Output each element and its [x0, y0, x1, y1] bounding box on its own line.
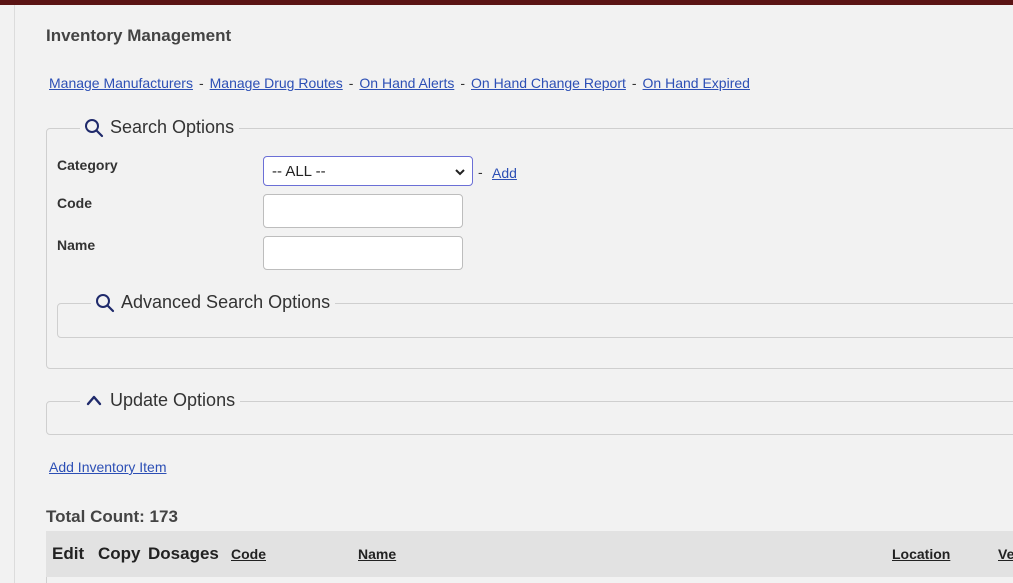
name-label: Name [57, 237, 96, 253]
search-options-toggle[interactable]: Search Options [80, 117, 240, 138]
category-select-value: -- ALL -- [272, 162, 326, 180]
advanced-search-toggle[interactable]: Advanced Search Options [91, 292, 336, 313]
header-dosages: Dosages [148, 544, 219, 563]
table-header: Edit Copy Dosages Code Name Location Ve [46, 531, 1013, 577]
manage-manufacturers-link[interactable]: Manage Manufacturers [49, 75, 193, 91]
nav-separator: - [348, 75, 354, 91]
name-input[interactable] [263, 236, 463, 270]
search-options-legend: Search Options [110, 117, 235, 137]
header-edit: Edit [52, 544, 85, 563]
advanced-search-legend: Advanced Search Options [121, 292, 331, 312]
add-category-link[interactable]: Add [492, 165, 517, 181]
header-copy: Copy [98, 544, 141, 563]
nav-separator: - [198, 75, 204, 91]
table-row [46, 577, 1013, 583]
total-count: Total Count: 173 [46, 507, 178, 526]
on-hand-alerts-link[interactable]: On Hand Alerts [359, 75, 454, 91]
add-inventory-item-link[interactable]: Add Inventory Item [49, 459, 167, 475]
on-hand-change-report-link[interactable]: On Hand Change Report [471, 75, 626, 91]
category-select[interactable]: -- ALL -- [263, 156, 473, 186]
page-title: Inventory Management [46, 26, 232, 45]
manage-drug-routes-link[interactable]: Manage Drug Routes [210, 75, 343, 91]
update-options-legend: Update Options [110, 390, 236, 410]
category-add-separator: - [478, 164, 483, 180]
header-name-sort[interactable]: Name [358, 546, 396, 562]
nav-separator: - [460, 75, 465, 91]
on-hand-expired-link[interactable]: On Hand Expired [643, 75, 750, 91]
nav-links: Manage Manufacturers - Manage Drug Routes -… [49, 75, 750, 91]
header-location-sort[interactable]: Location [892, 546, 950, 562]
code-label: Code [57, 195, 92, 211]
search-icon [96, 293, 115, 312]
nav-separator: - [631, 75, 637, 91]
chevron-up-icon [86, 395, 102, 405]
header-vendor-sort[interactable]: Ve [998, 546, 1013, 562]
content-border [14, 5, 15, 583]
category-label: Category [57, 157, 118, 173]
top-bar [0, 0, 1013, 5]
page-viewport: Inventory Management Manage Manufacturer… [0, 0, 1013, 583]
update-options-toggle[interactable]: Update Options [80, 390, 241, 411]
chevron-down-icon [455, 169, 465, 176]
code-input[interactable] [263, 194, 463, 228]
header-code-sort[interactable]: Code [231, 546, 266, 562]
search-icon [85, 118, 104, 137]
